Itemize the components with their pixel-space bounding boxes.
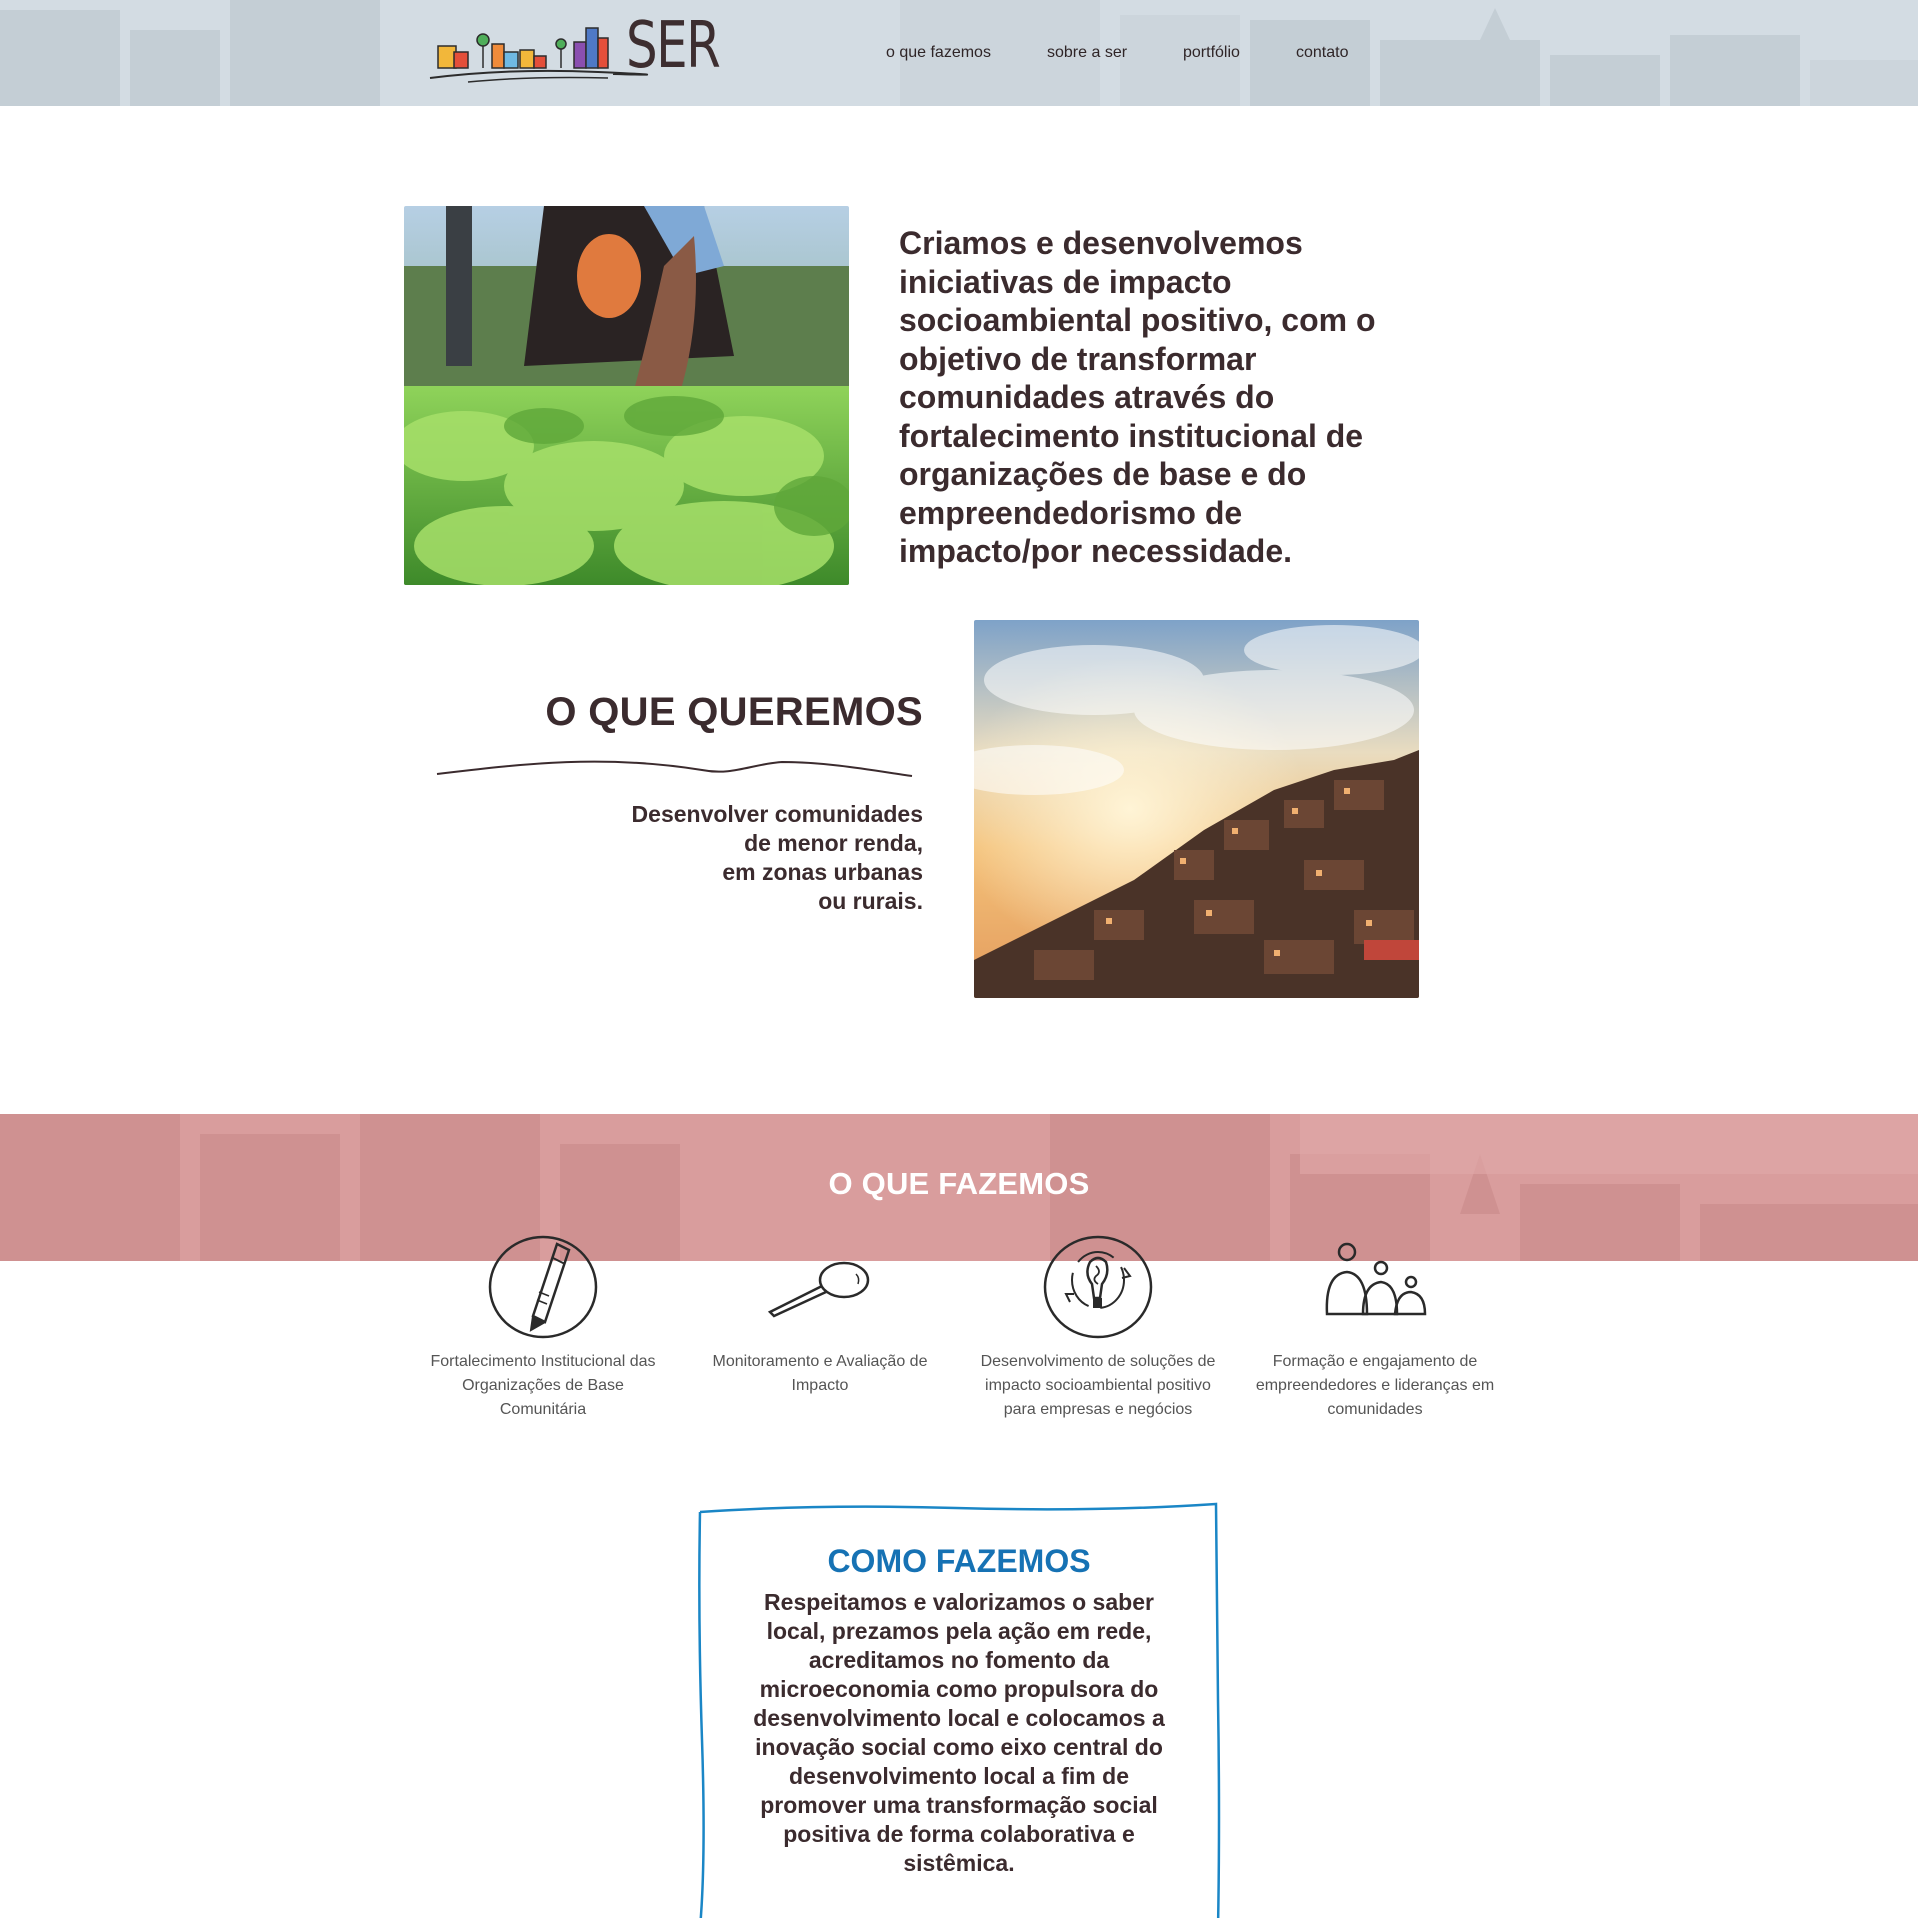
- fazemos-title: O QUE FAZEMOS: [828, 1166, 1090, 1201]
- service-label: Monitoramento e Avaliação de Impacto: [712, 1353, 928, 1394]
- queremos-title: O QUE QUEREMOS: [545, 690, 923, 734]
- service-item-formacao[interactable]: Formação e engajamento de empreendedores…: [1250, 1232, 1500, 1422]
- queremos-line: Desenvolver comunidades: [631, 801, 923, 827]
- intro-statement: Criamos e desenvolvemos iniciativas de i…: [899, 225, 1376, 569]
- lettuce-farming-photo: [404, 206, 849, 585]
- service-item-fortalecimento[interactable]: Fortalecimento Institucional das Organiz…: [418, 1232, 668, 1422]
- lightbulb-icon: [1043, 1235, 1153, 1339]
- nav-sobre-a-ser[interactable]: sobre a ser: [1047, 44, 1127, 62]
- queremos-description: Desenvolver comunidades de menor renda, …: [563, 800, 923, 916]
- squiggle-divider: [436, 760, 913, 777]
- queremos-line: de menor renda,: [744, 830, 923, 856]
- nav-contato[interactable]: contato: [1296, 44, 1348, 62]
- service-item-monitoramento[interactable]: Monitoramento e Avaliação de Impacto: [695, 1232, 945, 1398]
- magnifier-icon: [767, 1261, 870, 1318]
- service-label: Formação e engajamento de empreendedores…: [1255, 1353, 1495, 1418]
- service-label: Desenvolvimento de soluções de impacto s…: [980, 1353, 1216, 1418]
- hillside-city-photo: [974, 620, 1419, 998]
- como-fazemos-text: Respeitamos e valorizamos o saber local,…: [753, 1589, 1165, 1876]
- nav-portfolio[interactable]: portfólio: [1183, 44, 1240, 62]
- logo-wordmark[interactable]: SER: [626, 14, 721, 78]
- queremos-line: em zonas urbanas: [722, 859, 923, 885]
- queremos-line: ou rurais.: [818, 888, 923, 914]
- service-label: Fortalecimento Institucional das Organiz…: [430, 1353, 656, 1418]
- pencil-icon: [488, 1235, 598, 1339]
- nav-o-que-fazemos[interactable]: o que fazemos: [886, 44, 991, 62]
- service-item-desenvolvimento[interactable]: Desenvolvimento de soluções de impacto s…: [973, 1232, 1223, 1422]
- people-icon: [1325, 1242, 1427, 1316]
- como-fazemos-title: COMO FAZEMOS: [827, 1543, 1091, 1579]
- site-header: SER o que fazemos sobre a ser portfólio …: [0, 0, 1918, 106]
